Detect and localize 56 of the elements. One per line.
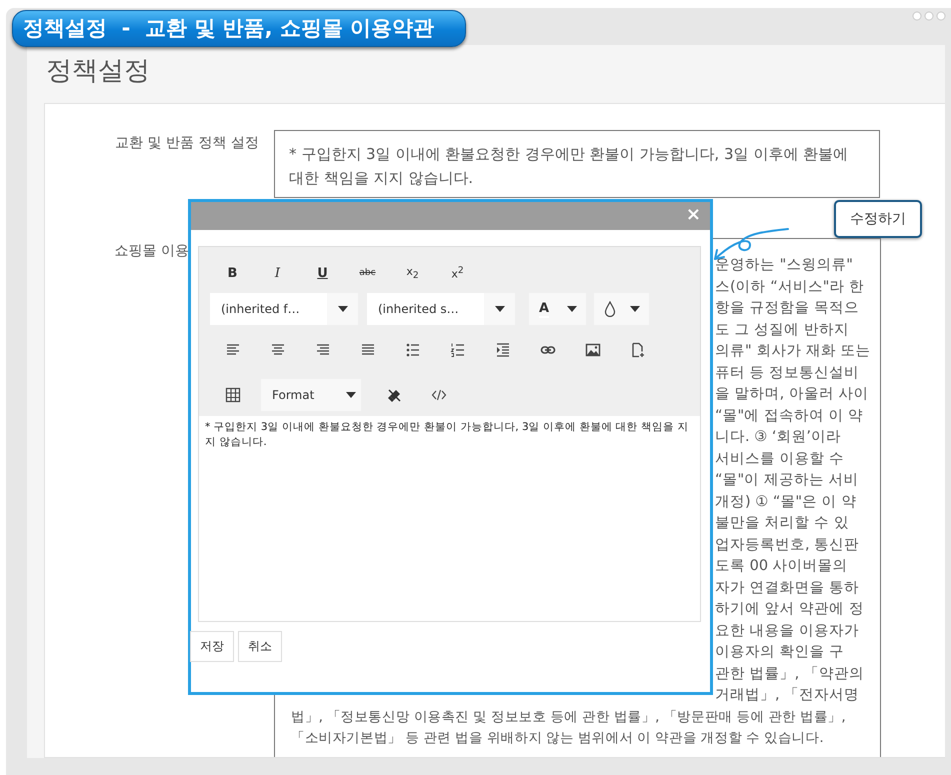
indent-icon[interactable] [494, 342, 510, 358]
eraser-icon[interactable] [386, 386, 402, 402]
terms-text-line: 스(이하 “서비스"라 한 [715, 278, 864, 296]
terms-text-line: 자가 연결화면을 통하 [715, 578, 860, 598]
bullet-list-icon[interactable] [404, 342, 420, 358]
field-label: 교환 및 반품 정책 설정 [114, 134, 260, 152]
italic-button[interactable]: I [255, 266, 300, 280]
terms-text-line: 도록 00 사이버몰의 [715, 557, 848, 576]
terms-text-line: 불만을 처리할 수 있 [715, 514, 849, 533]
background-color-button[interactable] [594, 293, 649, 325]
terms-text-line: 서비스를 이용할 수 [715, 450, 844, 468]
terms-text-line: 개정) ① “몰"은 이 약 [715, 492, 856, 512]
superscript-button[interactable]: x$^{2}$ [435, 265, 480, 281]
image-icon[interactable] [584, 342, 600, 358]
terms-text-line: 도 그 성질에 반하지 [715, 320, 849, 340]
terms-text-line: “몰"이 제공하는 서비 [715, 471, 858, 490]
terms-text-line: 운영하는 "스윙의류" [715, 256, 853, 275]
title-badge: 정책설정 - 교환 및 반품, 쇼핑몰 이용약관 [12, 10, 466, 47]
strike-button[interactable]: abc [345, 268, 390, 278]
terms-text-line: 요한 내용을 이용자가 [715, 622, 860, 640]
terms-text-line: 「소비자기본법」 등 관련 법을 위배하지 않는 범위에서 이 약관을 개정할 수 있습니다. [291, 729, 824, 748]
terms-text-line: 니다. ③ ‘회원’이라 [715, 428, 842, 447]
subscript-button[interactable]: x$_{2}$ [390, 264, 435, 282]
terms-text-line: 의류" 회사가 재화 또는 [715, 342, 870, 361]
policy-text-field[interactable]: * 구입한지 3일 이내에 환불요청한 경우에만 환불이 가능합니다, 3일 이후에 환불에 대한 책임을 지지 않습니다. [274, 130, 880, 198]
field-label: 쇼핑몰 이용 [114, 242, 190, 260]
format-dropdown[interactable]: Format [261, 378, 361, 410]
terms-text-line: 이용자의 확인을 구 [715, 643, 844, 662]
terms-text-line: 거래법」, 「전자서명 [715, 686, 860, 705]
add-file-icon[interactable] [630, 342, 646, 358]
cancel-button[interactable]: 취소 [238, 631, 282, 662]
terms-text-line: “몰"에 접속하여 이 약 [715, 406, 864, 426]
caret-icon [567, 306, 578, 312]
caret-icon [494, 306, 504, 312]
terms-text-line: 업자등록번호, 통신판 [715, 536, 860, 554]
terms-text-line: 관한 법률」, 「약관의 [715, 664, 864, 684]
bold-button[interactable]: B [210, 266, 255, 280]
droplet-icon [604, 301, 616, 317]
underline-button[interactable]: U [300, 266, 345, 280]
caret-icon [346, 392, 356, 398]
terms-text-line: 항을 규정함을 목적으 [715, 299, 860, 318]
window-controls-icon [912, 11, 946, 21]
page-heading: 정책설정 [45, 55, 151, 88]
text-color-button[interactable]: A [529, 293, 586, 325]
table-icon[interactable] [224, 386, 240, 402]
caret-icon [338, 306, 348, 312]
font-dropdown[interactable]: (inherited f… [210, 293, 358, 325]
numbered-list-icon[interactable] [450, 342, 466, 358]
save-button[interactable]: 저장 [190, 631, 234, 662]
terms-text-line: 법」, 「정보통신망 이용촉진 및 정보보호 등에 관한 법률」, 「방문판매 등에 관한 법률」, [291, 708, 846, 726]
terms-text-line: 하기에 앞서 약관에 정 [715, 600, 864, 619]
edit-button[interactable]: 수정하기 [834, 200, 922, 238]
caret-icon [630, 306, 640, 312]
font-dropdown[interactable]: (inherited s… [367, 293, 515, 325]
terms-text-line: 을 말하며, 아울러 사이 [715, 385, 868, 404]
terms-text-line: 퓨터 등 정보통신설비 [715, 364, 860, 382]
